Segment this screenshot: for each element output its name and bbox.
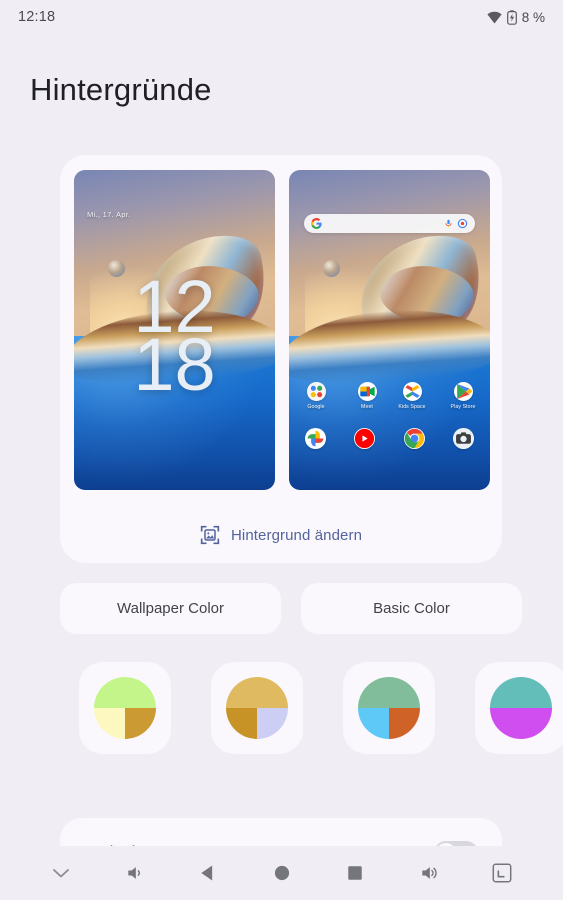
image-frame-icon: [200, 525, 220, 545]
tab-wallpaper-color[interactable]: Wallpaper Color: [60, 583, 281, 634]
color-swatch[interactable]: [475, 662, 563, 754]
app-label: Meet: [361, 404, 373, 410]
square-icon: [348, 866, 362, 880]
status-bar-indicators: 8 %: [487, 10, 545, 25]
swatch-bottom-right: [389, 708, 420, 739]
wifi-icon: [487, 11, 502, 23]
kids-space-icon: [402, 382, 422, 401]
color-swatch[interactable]: [79, 662, 171, 754]
nav-volume-down-button[interactable]: [116, 854, 154, 892]
swatch-pie: [358, 677, 420, 739]
google-search-bar[interactable]: [304, 214, 475, 233]
back-triangle-icon: [201, 865, 213, 881]
nav-home-button[interactable]: [263, 854, 301, 892]
wallpaper-preview-card: Mi., 17. Apr. 12 18 Google Meet Kids Spa…: [60, 155, 502, 563]
swatch-pie: [94, 677, 156, 739]
chrome-icon[interactable]: [403, 428, 425, 449]
swatch-bottom-left: [490, 708, 521, 739]
status-bar: 12:18 8 %: [0, 0, 563, 34]
app-item[interactable]: Kids Space: [395, 382, 429, 410]
microphone-icon[interactable]: [444, 218, 453, 229]
status-bar-time: 12:18: [18, 9, 56, 25]
swatch-bottom-left: [358, 708, 389, 739]
camera-icon[interactable]: [452, 428, 474, 449]
homescreen-preview[interactable]: Google Meet Kids Space Play Store: [289, 170, 490, 490]
app-label: Google: [307, 404, 325, 410]
color-swatch-list: [79, 662, 563, 754]
homescreen-app-grid: Google Meet Kids Space Play Store: [299, 382, 480, 410]
color-swatch[interactable]: [211, 662, 303, 754]
swatch-bottom-right: [257, 708, 288, 739]
google-g-icon: [311, 218, 322, 229]
nav-recents-button[interactable]: [336, 854, 374, 892]
nav-back-button[interactable]: [189, 854, 227, 892]
color-swatch[interactable]: [343, 662, 435, 754]
google-lens-icon[interactable]: [457, 218, 468, 229]
battery-percentage: 8 %: [521, 9, 545, 25]
google-meet-icon: [357, 382, 377, 401]
navigation-bar: [0, 846, 563, 900]
lockscreen-clock-minute: 18: [133, 322, 216, 406]
change-wallpaper-label: Hintergrund ändern: [230, 526, 363, 544]
app-item[interactable]: Play Store: [446, 382, 480, 410]
app-grid-left: Google Meet: [299, 382, 384, 410]
wallpaper-settings-screen: 12:18 8 % Hintergründe Mi., 17. Apr. 12 …: [0, 0, 563, 900]
swatch-top-half: [358, 677, 420, 708]
lockscreen-date: Mi., 17. Apr.: [87, 210, 131, 219]
volume-up-icon: [421, 867, 437, 879]
nav-volume-up-button[interactable]: [410, 854, 448, 892]
homescreen-dock: [305, 428, 474, 449]
app-label: Play Store: [450, 404, 476, 410]
swatch-bottom-left: [226, 708, 257, 739]
home-circle-icon: [274, 865, 289, 881]
swatch-top-half: [490, 677, 552, 708]
app-grid-right: Kids Space Play Store: [395, 382, 480, 410]
app-item[interactable]: Meet: [350, 382, 384, 410]
swatch-top-half: [226, 677, 288, 708]
lockscreen-preview[interactable]: Mi., 17. Apr. 12 18: [74, 170, 275, 490]
swatch-pie: [226, 677, 288, 739]
page-title: Hintergründe: [30, 72, 212, 107]
google-photos-icon[interactable]: [305, 428, 326, 449]
swatch-pie: [490, 677, 552, 739]
swatch-bottom-right: [521, 708, 552, 739]
swatch-bottom-right: [125, 708, 156, 739]
preview-thumbnails: Mi., 17. Apr. 12 18 Google Meet Kids Spa…: [74, 170, 490, 490]
tab-basic-color[interactable]: Basic Color: [301, 583, 522, 634]
app-label: Kids Space: [398, 404, 426, 410]
nav-collapse-button[interactable]: [42, 854, 80, 892]
volume-down-icon: [127, 867, 140, 879]
play-store-icon: [453, 382, 473, 401]
nav-fullscreen-button[interactable]: [483, 854, 521, 892]
swatch-top-half: [94, 677, 156, 708]
battery-charging-icon: [506, 9, 517, 25]
change-wallpaper-button[interactable]: Hintergrund ändern: [60, 525, 502, 545]
lockscreen-clock: 12 18: [74, 270, 275, 406]
youtube-icon[interactable]: [354, 428, 376, 449]
fullscreen-icon: [492, 863, 512, 883]
swatch-bottom-left: [94, 708, 125, 739]
app-item[interactable]: Google: [299, 382, 333, 410]
chevron-down-icon: [53, 869, 69, 878]
color-mode-tabs: Wallpaper Color Basic Color: [60, 583, 522, 634]
google-folder-icon: [306, 382, 326, 401]
